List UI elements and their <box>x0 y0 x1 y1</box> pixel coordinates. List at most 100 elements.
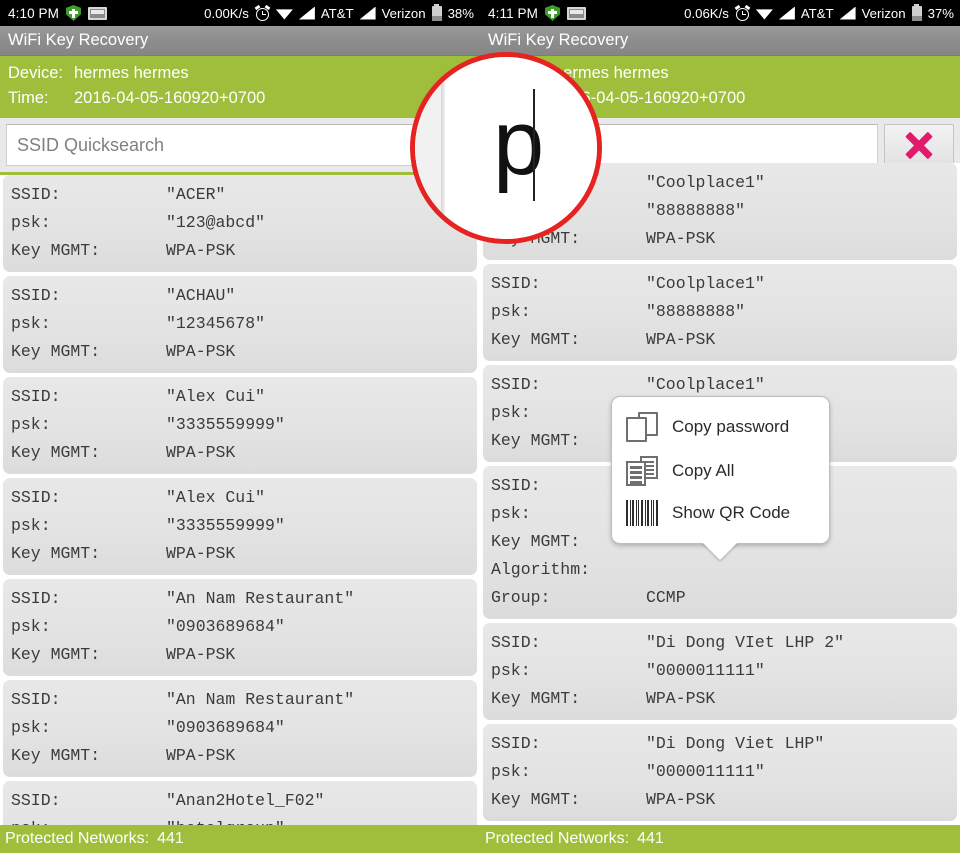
row-value: "Alex Cui" <box>166 383 265 411</box>
magnifier-annotation: p <box>410 52 602 244</box>
protected-networks-label: Protected Networks: <box>5 830 149 848</box>
menu-item-show-qr-code[interactable]: Show QR Code <box>612 493 829 533</box>
network-card[interactable]: SSID:"Di Dong VIet LHP 2" psk:"000001111… <box>483 623 957 720</box>
protected-networks-count: 441 <box>157 830 184 848</box>
network-card[interactable]: SSID:"ACER" psk:"123@abcd" Key MGMT:WPA-… <box>3 175 477 272</box>
app-title: WiFi Key Recovery <box>488 31 628 50</box>
device-row: Device: hermes hermes <box>0 61 480 86</box>
row-key: SSID: <box>11 383 166 411</box>
row-key: psk: <box>11 512 166 540</box>
card-row: psk:"12345678" <box>3 310 477 338</box>
row-key: SSID: <box>11 585 166 613</box>
status-clock: 4:10 PM <box>8 6 59 21</box>
network-card[interactable]: SSID:"Alex Cui" psk:"3335559999" Key MGM… <box>3 478 477 575</box>
network-card[interactable]: SSID:"An Nam Restaurant" psk:"0903689684… <box>3 680 477 777</box>
card-row: Key MGMT:WPA-PSK <box>3 540 477 568</box>
status-bar-left-group: 4:11 PM <box>488 5 586 21</box>
row-value: "88888888" <box>646 197 745 225</box>
row-value: "0903689684" <box>166 714 285 742</box>
card-row: Key MGMT:WPA-PSK <box>3 641 477 669</box>
shield-plus-icon <box>66 5 81 21</box>
row-value: "88888888" <box>646 298 745 326</box>
row-value: "3335559999" <box>166 512 285 540</box>
card-row: Key MGMT:WPA-PSK <box>3 742 477 770</box>
row-value: "0000011111" <box>646 758 765 786</box>
row-key: Key MGMT: <box>11 540 166 568</box>
magnifier-content: p <box>415 57 597 239</box>
menu-item-copy-all[interactable]: Copy All <box>612 449 829 493</box>
row-key: psk: <box>11 411 166 439</box>
row-key: SSID: <box>491 730 646 758</box>
row-value: "12345678" <box>166 310 265 338</box>
row-key: SSID: <box>491 629 646 657</box>
card-row: psk:"0000011111" <box>483 758 957 786</box>
carrier-label-1: AT&T <box>321 6 354 21</box>
signal-icon-1 <box>779 7 795 20</box>
time-value: 2016-04-05-160920+0700 <box>74 86 265 111</box>
card-row: Key MGMT:WPA-PSK <box>483 685 957 713</box>
card-row: SSID:"An Nam Restaurant" <box>3 585 477 613</box>
card-row: SSID:"Alex Cui" <box>3 383 477 411</box>
row-key: Key MGMT: <box>11 237 166 265</box>
signal-icon-1 <box>299 7 315 20</box>
card-row: psk:"123@abcd" <box>3 209 477 237</box>
wifi-icon <box>756 7 773 20</box>
battery-percent: 38% <box>448 6 474 21</box>
protected-networks-bar-right: Protected Networks: 441 <box>480 825 960 853</box>
row-key: Key MGMT: <box>491 685 646 713</box>
network-card[interactable]: SSID:"An Nam Restaurant" psk:"0903689684… <box>3 579 477 676</box>
row-key: SSID: <box>11 787 166 815</box>
menu-item-label: Copy All <box>672 460 734 482</box>
network-card[interactable]: SSID:"Coolplace1" psk:"88888888" Key MGM… <box>483 264 957 361</box>
row-value: "ACER" <box>166 181 225 209</box>
ssid-quicksearch-input[interactable]: SSID Quicksearch <box>6 124 474 166</box>
row-key: Key MGMT: <box>491 786 646 814</box>
screenshot-icon <box>567 7 586 20</box>
battery-percent: 37% <box>928 6 954 21</box>
alarm-icon <box>255 6 270 21</box>
menu-item-copy-password[interactable]: Copy password <box>612 405 829 449</box>
device-label: Device: <box>8 61 74 86</box>
battery-icon <box>432 6 442 21</box>
row-key: Key MGMT: <box>11 439 166 467</box>
network-card[interactable]: SSID:"Di Dong Viet LHP" psk:"0000011111"… <box>483 724 957 821</box>
row-key: SSID: <box>11 282 166 310</box>
copy-all-documents-icon <box>626 456 658 486</box>
row-key: psk: <box>11 209 166 237</box>
context-menu[interactable]: Copy password Copy All Show QR Code <box>611 396 830 544</box>
clear-search-button[interactable] <box>884 124 954 166</box>
magnified-character: p <box>493 97 544 189</box>
carrier-label-2: Verizon <box>862 6 906 21</box>
row-value: "Alex Cui" <box>166 484 265 512</box>
shield-plus-icon <box>545 5 560 21</box>
row-key: Algorithm: <box>491 556 646 584</box>
signal-icon-2 <box>840 7 856 20</box>
row-key: SSID: <box>11 181 166 209</box>
card-row: Group:CCMP <box>483 584 957 612</box>
device-info-header-left: Device: hermes hermes Time: 2016-04-05-1… <box>0 56 480 118</box>
barcode-icon <box>626 500 658 526</box>
menu-item-label: Show QR Code <box>672 502 790 524</box>
row-value: CCMP <box>646 584 686 612</box>
row-value: WPA-PSK <box>166 742 235 770</box>
card-row: Key MGMT:WPA-PSK <box>3 439 477 467</box>
network-list-left[interactable]: SSID:"ACER" psk:"123@abcd" Key MGMT:WPA-… <box>0 175 480 853</box>
panel-left: 4:10 PM 0.00K/s AT&T Verizon 38% <box>0 0 480 853</box>
protected-networks-count: 441 <box>637 830 664 848</box>
row-key: Key MGMT: <box>11 641 166 669</box>
card-row: psk:"0000011111" <box>483 657 957 685</box>
protected-networks-label: Protected Networks: <box>485 830 629 848</box>
card-row: SSID:"Di Dong Viet LHP" <box>483 730 957 758</box>
card-row: Key MGMT:WPA-PSK <box>3 237 477 265</box>
battery-icon <box>912 6 922 21</box>
network-card[interactable]: SSID:"ACHAU" psk:"12345678" Key MGMT:WPA… <box>3 276 477 373</box>
row-key: SSID: <box>11 484 166 512</box>
row-value: WPA-PSK <box>166 641 235 669</box>
card-row: psk:"0903689684" <box>3 714 477 742</box>
wifi-icon <box>276 7 293 20</box>
search-zone-left: SSID Quicksearch <box>0 118 480 175</box>
screenshot-icon <box>88 7 107 20</box>
status-bar-right-group: 0.06K/s AT&T Verizon 37% <box>684 0 954 26</box>
copy-documents-icon <box>626 412 658 442</box>
network-card[interactable]: SSID:"Alex Cui" psk:"3335559999" Key MGM… <box>3 377 477 474</box>
